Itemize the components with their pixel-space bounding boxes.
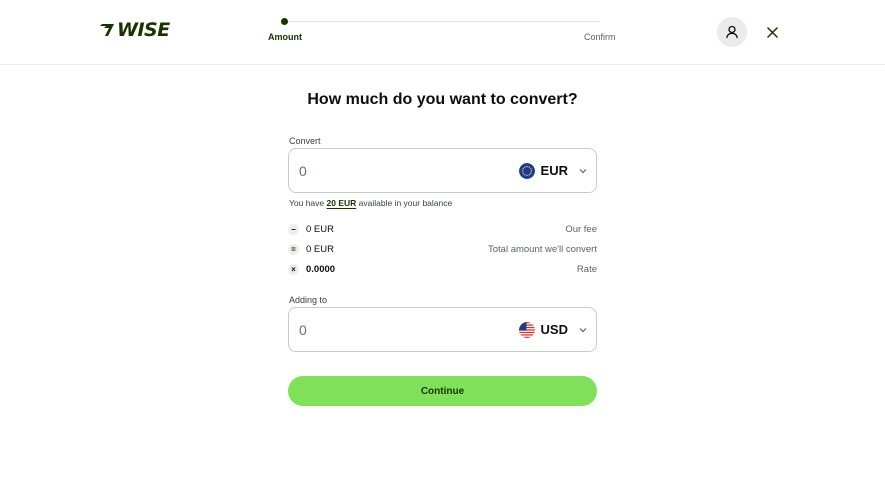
page-title: How much do you want to convert? [307, 91, 578, 108]
stepper-track [284, 21, 600, 22]
fee-row-our-fee: − 0 EUR Our fee [288, 223, 597, 237]
convert-amount-input[interactable] [299, 161, 479, 181]
chevron-down-icon [579, 169, 587, 174]
adding-to-label: Adding to [289, 295, 328, 305]
equals-icon: = [288, 244, 299, 255]
convert-currency-select[interactable]: EUR [518, 161, 588, 181]
eu-flag-icon [518, 163, 535, 179]
fee-row-rate: × 0.0000 Rate [288, 263, 597, 277]
stepper-current-dot [281, 18, 288, 25]
continue-button[interactable]: Continue [288, 376, 597, 406]
adding-to-currency-code: USD [540, 322, 568, 337]
close-icon [766, 26, 778, 38]
balance-prefix: You have [289, 198, 325, 208]
close-button[interactable] [762, 22, 782, 42]
rate-value: 0.0000 [306, 264, 336, 275]
convert-currency-code: EUR [540, 163, 568, 178]
multiply-icon: × [288, 264, 299, 275]
rate-label: Rate [576, 264, 597, 275]
minus-icon: − [288, 224, 299, 235]
adding-to-amount-input[interactable] [299, 320, 479, 340]
balance-amount-link[interactable]: 20 EUR [327, 198, 357, 208]
convert-amount-box: EUR [288, 148, 597, 193]
fee-label: Our fee [565, 224, 597, 235]
step-amount[interactable]: Amount [268, 31, 302, 43]
total-convert-value: 0 EUR [306, 244, 334, 255]
progress-stepper: Amount Confirm [266, 14, 618, 46]
top-bar: WISE Amount Confirm [0, 0, 885, 65]
fee-value: 0 EUR [306, 224, 334, 235]
wise-flag-icon [100, 24, 114, 36]
total-convert-label: Total amount we'll convert [487, 244, 597, 255]
us-flag-icon [518, 322, 535, 338]
balance-note: You have 20 EUR available in your balanc… [289, 197, 452, 209]
wise-logo[interactable]: WISE [99, 20, 170, 40]
balance-suffix: available in your balance [358, 198, 453, 208]
profile-button[interactable] [717, 17, 747, 47]
adding-to-amount-box: USD [288, 307, 597, 352]
person-icon [726, 25, 738, 39]
fee-row-total-convert: = 0 EUR Total amount we'll convert [288, 243, 597, 257]
adding-to-currency-select[interactable]: USD [518, 320, 588, 340]
convert-label: Convert [289, 136, 321, 146]
chevron-down-icon [579, 328, 587, 333]
step-confirm[interactable]: Confirm [584, 31, 616, 43]
logo-text: WISE [117, 19, 170, 41]
